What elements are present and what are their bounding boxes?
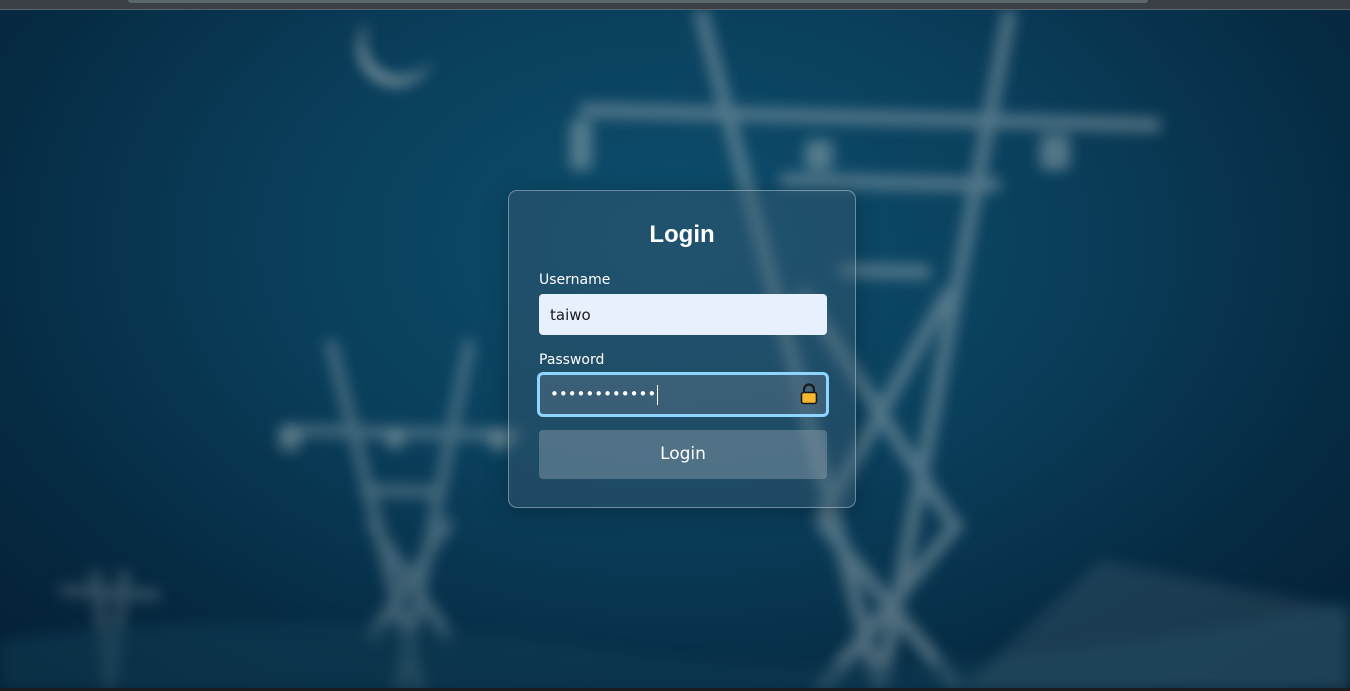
login-page: Login Username taiwo Password ••••••••••… <box>0 0 1350 691</box>
login-title: Login <box>649 221 715 248</box>
password-input[interactable]: •••••••••••• <box>537 372 829 417</box>
login-button[interactable]: Login <box>539 430 827 479</box>
text-caret <box>657 384 659 405</box>
username-input[interactable]: taiwo <box>539 294 827 335</box>
password-label: Password <box>539 352 605 368</box>
password-value: •••••••••••• <box>550 385 657 403</box>
username-label: Username <box>539 272 611 288</box>
browser-tab-strip <box>128 0 1148 3</box>
lock-icon[interactable] <box>800 383 818 405</box>
username-value: taiwo <box>550 306 591 324</box>
login-card: Login Username taiwo Password ••••••••••… <box>508 190 856 508</box>
browser-top-bar <box>0 0 1350 10</box>
